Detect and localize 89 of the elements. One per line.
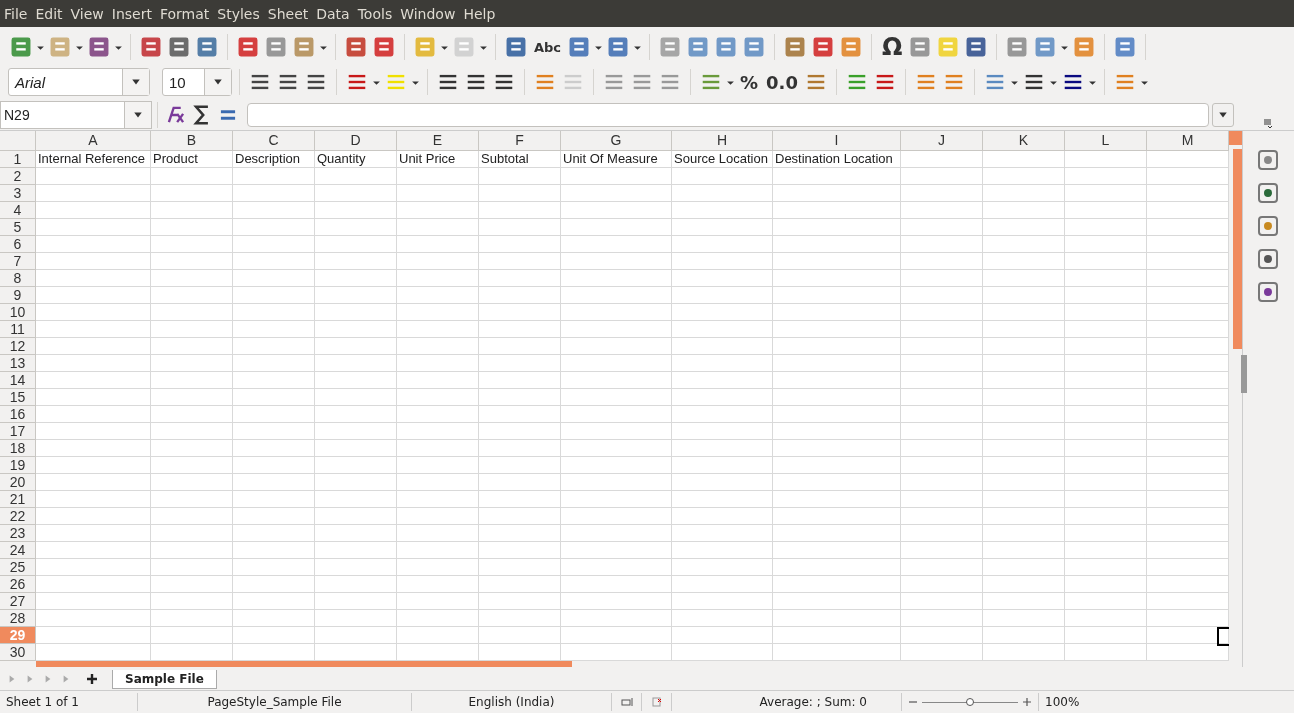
page-style: PageStyle_Sample File [138, 693, 412, 711]
table-cell: Source Location [674, 151, 768, 166]
percent-format-button[interactable]: % [737, 71, 762, 93]
row-header[interactable]: 3 [0, 185, 36, 202]
zoom-in-icon[interactable] [1022, 697, 1032, 707]
menu-item[interactable]: Sheet [267, 5, 316, 22]
row-header[interactable]: 11 [0, 321, 36, 338]
column-header[interactable]: K [983, 131, 1065, 151]
number-format-button[interactable]: 0.0 [763, 71, 801, 93]
row-header[interactable]: 25 [0, 559, 36, 576]
menu-item[interactable]: Insert [111, 5, 159, 22]
language: English (India) [412, 693, 612, 711]
selection-mode-icon [620, 697, 633, 707]
zoom-slider-thumb[interactable] [966, 697, 974, 706]
column-header[interactable]: G [561, 131, 672, 151]
special-character-button[interactable]: Ω [879, 33, 906, 61]
row-header[interactable]: 28 [0, 610, 36, 627]
table-cell: Product [153, 151, 198, 166]
column-header[interactable]: I [773, 131, 901, 151]
table-cell: Destination Location [775, 151, 893, 166]
column-header[interactable]: M [1147, 131, 1229, 151]
row-header[interactable]: 19 [0, 457, 36, 474]
column-header[interactable]: B [151, 131, 233, 151]
row-header[interactable]: 17 [0, 423, 36, 440]
menu-item[interactable]: Format [159, 5, 217, 22]
row-header[interactable]: 30 [0, 644, 36, 661]
table-cell: Unit Price [399, 151, 456, 166]
column-header[interactable]: F [479, 131, 561, 151]
row-header[interactable]: 22 [0, 508, 36, 525]
table-cell: Unit Of Measure [563, 151, 658, 166]
selection-summary: Average: ; Sum: 0 [672, 693, 902, 711]
column-header[interactable]: E [397, 131, 479, 151]
row-header[interactable]: 27 [0, 593, 36, 610]
caret-icon [1218, 110, 1228, 120]
row-header[interactable]: 16 [0, 406, 36, 423]
row-header[interactable]: 9 [0, 287, 36, 304]
row-header[interactable]: 21 [0, 491, 36, 508]
column-header[interactable]: D [315, 131, 397, 151]
row-header[interactable]: 10 [0, 304, 36, 321]
caret-icon [131, 77, 141, 87]
name-box[interactable]: N29 [0, 101, 152, 129]
row-header[interactable]: 4 [0, 202, 36, 219]
menu-item[interactable]: Help [463, 5, 503, 22]
scrollbar-thumb[interactable] [1233, 149, 1242, 349]
font-name-field[interactable]: Arial [8, 68, 150, 96]
column-header[interactable]: C [233, 131, 315, 151]
column-header[interactable]: A [36, 131, 151, 151]
row-header[interactable]: 26 [0, 576, 36, 593]
row-header[interactable]: 2 [0, 168, 36, 185]
caret-icon [133, 110, 143, 120]
table-cell: Internal Reference [38, 151, 145, 166]
menu-item[interactable]: Window [400, 5, 463, 22]
add-sheet-icon[interactable] [86, 673, 98, 685]
row-header[interactable]: 1 [0, 151, 36, 168]
scrollbar-thumb[interactable] [36, 661, 572, 667]
row-header[interactable]: 15 [0, 389, 36, 406]
row-header[interactable]: 14 [0, 372, 36, 389]
menu-item[interactable]: Data [316, 5, 357, 22]
column-header[interactable]: H [672, 131, 773, 151]
menu-item[interactable]: Tools [357, 5, 400, 22]
caret-icon [213, 77, 223, 87]
column-header[interactable]: J [901, 131, 983, 151]
sheet-count: Sheet 1 of 1 [0, 693, 138, 711]
table-cell: Description [235, 151, 301, 166]
menu-item[interactable]: Edit [35, 5, 70, 22]
menu-item[interactable]: View [70, 5, 111, 22]
row-header[interactable]: 13 [0, 355, 36, 372]
font-size-field[interactable]: 10 [162, 68, 232, 96]
menu-item[interactable]: File [4, 5, 35, 22]
sheet-tab[interactable]: Sample File [112, 669, 217, 689]
row-header[interactable]: 8 [0, 270, 36, 287]
row-header[interactable]: 23 [0, 525, 36, 542]
row-header[interactable]: 5 [0, 219, 36, 236]
spelling-button[interactable]: Abc [531, 39, 565, 55]
sidebar-menu-icon[interactable] [1262, 117, 1275, 129]
row-header[interactable]: 20 [0, 474, 36, 491]
table-cell: Quantity [317, 151, 366, 166]
menu-item[interactable]: Styles [217, 5, 267, 22]
row-header[interactable]: 18 [0, 440, 36, 457]
expand-formula-button[interactable] [1212, 103, 1234, 127]
formula-input[interactable] [247, 103, 1209, 127]
row-header[interactable]: 6 [0, 236, 36, 253]
table-cell: Subtotal [481, 151, 529, 166]
row-header[interactable]: 12 [0, 338, 36, 355]
zoom-percentage: 100% [1044, 694, 1081, 711]
document-modified-icon [650, 697, 663, 707]
row-header[interactable]: 24 [0, 542, 36, 559]
row-header[interactable]: 7 [0, 253, 36, 270]
column-header[interactable]: L [1065, 131, 1147, 151]
